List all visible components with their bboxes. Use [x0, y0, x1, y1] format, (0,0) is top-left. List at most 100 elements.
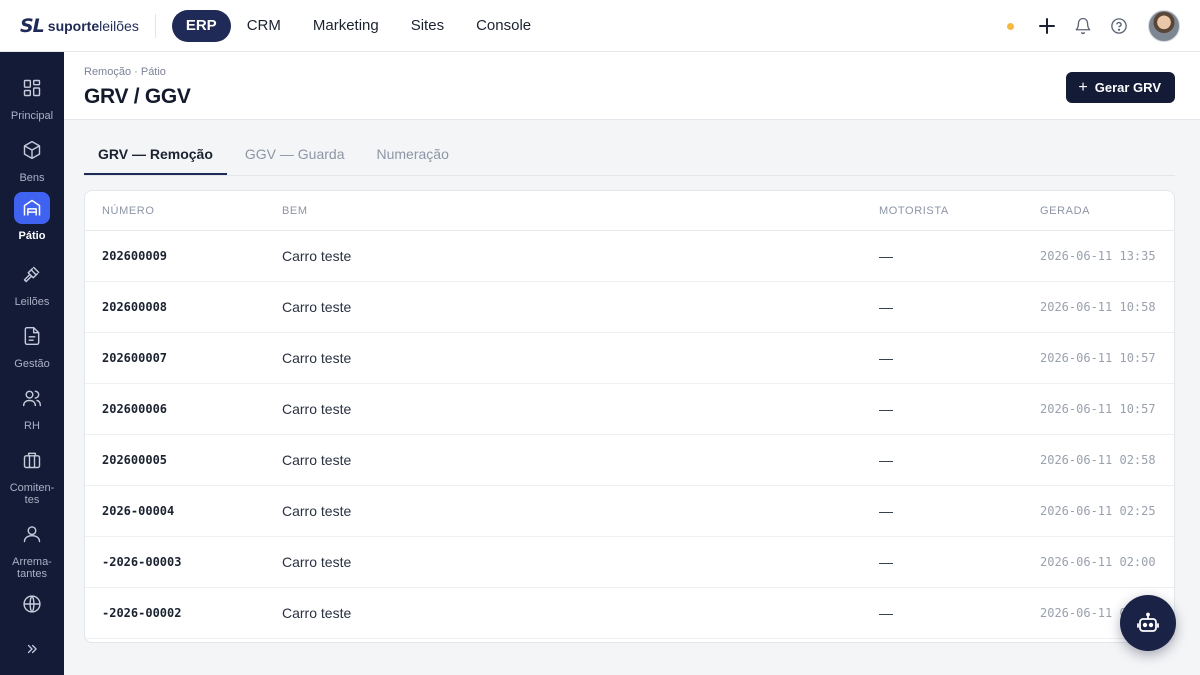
bell-icon[interactable]	[1072, 15, 1094, 37]
user-icon	[14, 518, 50, 550]
cell-gerada: 2026-06-11 10:57	[1040, 402, 1156, 416]
cell-bem: Carro teste	[282, 554, 352, 570]
status-dot	[1007, 22, 1014, 30]
table-row[interactable]: 2026-00004 Carro teste — 2026-06-11 02:25	[85, 486, 1174, 537]
cell-bem: Carro teste	[282, 401, 352, 417]
cell-motorista: —	[879, 248, 893, 264]
sidebar-item-sites[interactable]	[0, 588, 64, 620]
sidebar: Principal Bens Pátio Leilões Gestão RH C…	[0, 52, 64, 675]
tab-ggv-guarda[interactable]: GGV — Guarda	[231, 134, 359, 175]
table-body: 202600009 Carro teste —2026-06-11 13:35 202…	[85, 231, 1174, 639]
cell-numero: 202600006	[102, 402, 168, 416]
chevrons-right-icon[interactable]	[22, 639, 42, 659]
cell-numero: -2026-00002	[102, 606, 182, 620]
table-row[interactable]: -2026-00002 Carro teste — 2026-06-11 0	[85, 588, 1174, 639]
briefcase-icon	[14, 444, 50, 476]
box-icon	[14, 134, 50, 166]
top-bar: SL suporteleilões ERP CRM Marketing Site…	[0, 0, 1200, 52]
sidebar-item-rh[interactable]: RH	[0, 382, 64, 432]
nav-item-crm[interactable]: CRM	[231, 10, 297, 42]
cell-bem: Carro teste	[282, 350, 352, 366]
cell-gerada: 2026-06-11 02:00	[1040, 555, 1156, 569]
sidebar-item-comitentes[interactable]: Comiten- tes	[0, 444, 64, 506]
cell-gerada: 2026-06-11 02:58	[1040, 453, 1156, 467]
logo-mark: SL	[20, 14, 45, 37]
sidebar-item-label: Gestão	[14, 358, 50, 370]
gerar-grv-label: Gerar GRV	[1094, 80, 1161, 95]
sidebar-item-label: Bens	[19, 172, 45, 184]
avatar[interactable]	[1148, 10, 1180, 42]
column-header-gerada[interactable]: GERADA	[1040, 191, 1090, 231]
cell-numero: 202600009	[102, 249, 168, 263]
cell-motorista: —	[879, 299, 893, 315]
table-row[interactable]: 202600008 Carro teste — 2026-06-11 10:58	[85, 282, 1174, 333]
sidebar-item-bens[interactable]: Bens	[0, 134, 64, 184]
nav-item-sites[interactable]: Sites	[395, 10, 460, 42]
column-header-motorista[interactable]: MOTORISTA	[879, 191, 949, 231]
cell-numero: 202600008	[102, 300, 168, 314]
sidebar-item-patio[interactable]: Pátio	[0, 192, 64, 242]
logo-name: suporteleilões	[47, 17, 139, 34]
gavel-icon	[14, 258, 50, 290]
cell-gerada: 2026-06-11 10:57	[1040, 351, 1156, 365]
document-icon	[14, 320, 50, 352]
sidebar-item-arrematantes[interactable]: Arrema- tantes	[0, 518, 64, 580]
sidebar-item-label: Leilões	[14, 296, 50, 308]
globe-icon	[14, 588, 50, 620]
tab-numeracao[interactable]: Numeração	[362, 134, 462, 175]
cell-motorista: —	[879, 350, 893, 366]
nav-item-marketing[interactable]: Marketing	[297, 10, 395, 42]
top-actions	[1007, 0, 1180, 52]
cell-numero: 202600005	[102, 453, 168, 467]
sidebar-item-label: Pátio	[18, 230, 46, 242]
cell-bem: Carro teste	[282, 248, 352, 264]
column-header-numero[interactable]: NÚMERO	[102, 191, 155, 231]
table-row[interactable]: -2026-00003 Carro teste — 2026-06-11 02:00	[85, 537, 1174, 588]
cell-numero: 2026-00004	[102, 504, 175, 518]
table-row[interactable]: 202600007 Carro teste — 2026-06-11 10:57	[85, 333, 1174, 384]
grv-table: NÚMERO BEM MOTORISTA GERADA 202600009 Car…	[84, 190, 1175, 643]
cell-motorista: —	[879, 503, 893, 519]
plus-icon[interactable]	[1036, 15, 1058, 37]
column-header-bem[interactable]: BEM	[282, 191, 308, 231]
nav-item-erp[interactable]: ERP	[171, 9, 231, 42]
cell-motorista: —	[879, 452, 893, 468]
assistant-bot-button[interactable]	[1120, 595, 1176, 651]
cell-bem: Carro teste	[282, 605, 352, 621]
cell-motorista: —	[879, 401, 893, 417]
sidebar-item-gestao[interactable]: Gestão	[0, 320, 64, 370]
plus-icon: +	[1078, 78, 1088, 96]
sidebar-item-label: Arrema- tantes	[12, 556, 52, 580]
help-icon[interactable]	[1108, 15, 1130, 37]
cell-motorista: —	[879, 605, 893, 621]
grid-icon	[14, 72, 50, 104]
gerar-grv-button[interactable]: + Gerar GRV	[1066, 72, 1175, 103]
sidebar-item-leiloes[interactable]: Leilões	[0, 258, 64, 308]
cell-numero: -2026-00003	[102, 555, 182, 569]
sidebar-item-principal[interactable]: Principal	[0, 72, 64, 122]
logo-divider	[154, 13, 156, 38]
page-header: Remoção · Pátio GRV / GGV + Gerar GRV	[64, 52, 1200, 120]
tab-grv-remocao[interactable]: GRV — Remoção	[84, 134, 227, 175]
cell-motorista: —	[879, 554, 893, 570]
breadcrumb[interactable]: Remoção · Pátio	[84, 66, 166, 78]
users-icon	[14, 382, 50, 414]
app-logo[interactable]: SL suporteleilões	[20, 0, 139, 52]
cell-bem: Carro teste	[282, 299, 352, 315]
cell-gerada: 2026-06-11 0	[1040, 606, 1127, 620]
table-row[interactable]: 202600009 Carro teste — 2026-06-11 13:35	[85, 231, 1174, 282]
table-row[interactable]: 202600005 Carro teste — 2026-06-11 02:58	[85, 435, 1174, 486]
table-row[interactable]: 202600006 Carro teste — 2026-06-11 10:57	[85, 384, 1174, 435]
warehouse-icon	[14, 192, 50, 224]
page-title: GRV / GGV	[84, 85, 191, 108]
cell-bem: Carro teste	[282, 503, 352, 519]
nav-item-console[interactable]: Console	[460, 10, 547, 42]
cell-bem: Carro teste	[282, 452, 352, 468]
table-header: NÚMERO BEM MOTORISTA GERADA	[85, 191, 1174, 231]
top-nav: ERP CRM Marketing Sites Console	[171, 9, 547, 42]
robot-icon	[1136, 611, 1160, 635]
cell-gerada: 2026-06-11 13:35	[1040, 249, 1156, 263]
tabs: GRV — Remoção GGV — Guarda Numeração	[84, 134, 1175, 176]
cell-gerada: 2026-06-11 02:25	[1040, 504, 1156, 518]
sidebar-item-label: Principal	[10, 110, 54, 122]
